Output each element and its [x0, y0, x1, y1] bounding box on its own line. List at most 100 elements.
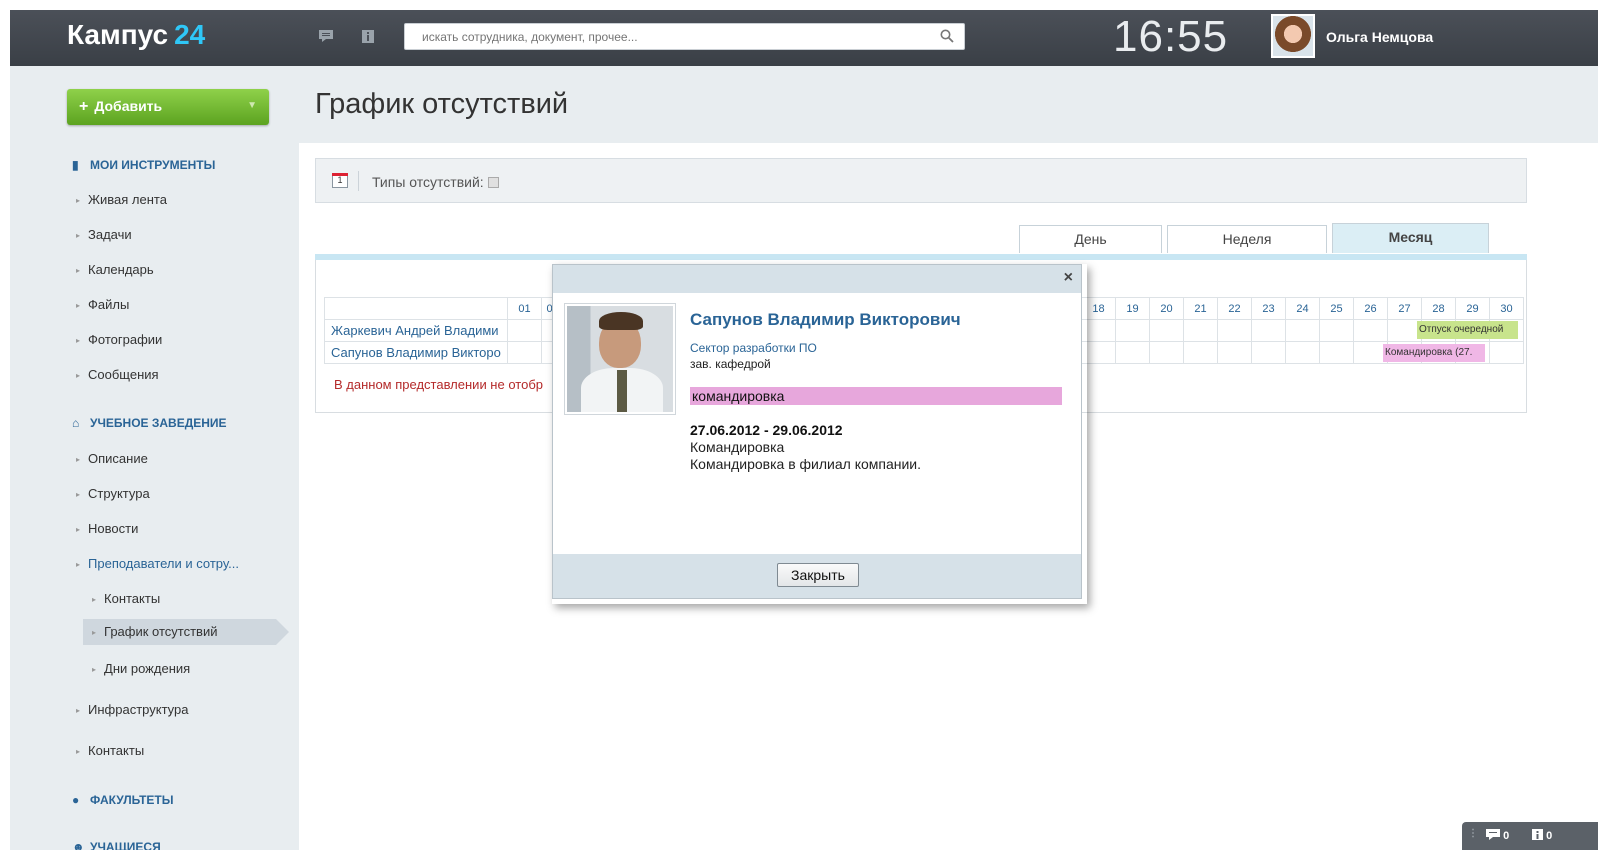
bullet-icon: ▸ — [76, 560, 81, 569]
people-icon: ☻ — [72, 840, 85, 850]
sidebar-item-messages[interactable]: ▸ Сообщения — [76, 367, 159, 382]
close-icon[interactable]: × — [1064, 269, 1073, 287]
chevron-down-icon[interactable]: ▼ — [247, 89, 257, 123]
sidebar-item-label: Фотографии — [88, 332, 163, 347]
employee-photo[interactable] — [564, 303, 676, 415]
bullet-icon: ▸ — [76, 196, 81, 205]
photo-tie — [617, 370, 627, 412]
day-cell[interactable]: 01 — [507, 297, 542, 320]
day-cell[interactable]: 27 — [1387, 297, 1422, 320]
section-my-tools[interactable]: ▮ МОИ ИНСТРУМЕНТЫ — [72, 158, 215, 172]
absence-description: Командировка в филиал компании. — [690, 456, 922, 472]
section-title: ФАКУЛЬТЕТЫ — [90, 793, 174, 807]
sidebar-item-infrastructure[interactable]: ▸ Инфраструктура — [76, 702, 188, 717]
messages-icon — [1486, 829, 1500, 840]
day-cell — [1251, 341, 1286, 364]
toolbar: 1 Типы отсутствий: — [315, 158, 1527, 203]
absence-types-filter[interactable]: Типы отсутствий: — [372, 174, 499, 190]
absence-types-checkbox[interactable] — [487, 177, 499, 188]
day-cell[interactable]: 21 — [1183, 297, 1218, 320]
section-title: МОИ ИНСТРУМЕНТЫ — [90, 158, 216, 172]
messages-counter[interactable]: 0 — [1486, 829, 1509, 842]
sidebar-item-label: Файлы — [88, 297, 130, 312]
sidebar-item-label: Задачи — [88, 227, 132, 242]
day-cell[interactable]: 24 — [1285, 297, 1320, 320]
section-institution[interactable]: ⌂ УЧЕБНОЕ ЗАВЕДЕНИЕ — [72, 416, 227, 430]
section-faculties[interactable]: ● ФАКУЛЬТЕТЫ — [72, 793, 173, 807]
table-row: 18 19 20 21 22 23 24 25 26 27 28 29 30 — [1081, 297, 1524, 320]
sidebar-item-structure[interactable]: ▸ Структура — [76, 486, 150, 501]
day-cell — [1149, 341, 1184, 364]
employee-name[interactable]: Жаркевич Андрей Владими — [324, 319, 508, 342]
section-students[interactable]: ☻ УЧАЩИЕСЯ — [72, 840, 161, 850]
table-row: Сапунов Владимир Викторо — [324, 341, 558, 364]
sidebar-subitem-birthdays[interactable]: ▸ Дни рождения — [92, 661, 190, 676]
sidebar-item-label: Живая лента — [88, 192, 167, 207]
sidebar-item-files[interactable]: ▸ Файлы — [76, 297, 129, 312]
day-cell[interactable]: 25 — [1319, 297, 1354, 320]
day-cell — [1285, 341, 1320, 364]
sidebar-item-label: Календарь — [88, 262, 154, 277]
day-cell[interactable]: 20 — [1149, 297, 1184, 320]
day-cell — [507, 341, 542, 364]
tab-day[interactable]: День — [1019, 225, 1162, 253]
section-title: УЧАЩИЕСЯ — [90, 840, 161, 850]
sidebar-item-label: Дни рождения — [104, 661, 191, 676]
day-cell[interactable]: 22 — [1217, 297, 1252, 320]
calendar-icon[interactable]: 1 — [332, 173, 348, 188]
day-cell[interactable]: 23 — [1251, 297, 1286, 320]
employee-photo-image — [567, 306, 673, 412]
popup-header[interactable] — [553, 265, 1081, 293]
app-frame: Кампус24 16:55 Ольга Немцова +Добавить▼ … — [10, 10, 1598, 850]
bullet-icon: ▸ — [92, 595, 97, 604]
bullet-icon: ▸ — [92, 628, 97, 637]
sidebar-item-news[interactable]: ▸ Новости — [76, 521, 138, 536]
user-avatar[interactable] — [1271, 14, 1315, 58]
logo[interactable]: Кампус 24 — [67, 19, 205, 51]
day-cell[interactable]: 30 — [1489, 297, 1524, 320]
sidebar-subitem-absence-chart[interactable]: ▸ График отсутствий — [83, 619, 289, 645]
search-input[interactable] — [405, 24, 925, 49]
messages-icon[interactable] — [319, 30, 333, 43]
day-cell[interactable]: 26 — [1353, 297, 1388, 320]
day-cell — [1217, 341, 1252, 364]
day-cell — [1183, 319, 1218, 342]
sidebar-item-calendar[interactable]: ▸ Календарь — [76, 262, 154, 277]
bullet-icon: ▸ — [76, 231, 81, 240]
day-cell — [1489, 341, 1524, 364]
sidebar-item-tasks[interactable]: ▸ Задачи — [76, 227, 132, 242]
notifications-icon[interactable] — [362, 30, 376, 43]
bookmark-icon: ▮ — [72, 158, 79, 172]
tab-month[interactable]: Месяц — [1332, 223, 1489, 253]
drag-handle-icon[interactable]: ⋮ — [1468, 828, 1478, 839]
day-cell — [1251, 319, 1286, 342]
clock: 16:55 — [1113, 12, 1229, 61]
add-button[interactable]: + Добавить ▼ — [67, 89, 269, 125]
sidebar-item-label: Новости — [88, 521, 139, 536]
bullet-icon: ▸ — [76, 455, 81, 464]
day-cell[interactable]: 28 — [1421, 297, 1456, 320]
employee-department[interactable]: Сектор разработки ПО — [690, 341, 817, 355]
employee-name[interactable]: Сапунов Владимир Викторо — [324, 341, 508, 364]
absence-reason: Командировка — [690, 439, 785, 455]
sidebar-item-description[interactable]: ▸ Описание — [76, 451, 148, 466]
toolbar-divider — [358, 171, 359, 191]
day-cell[interactable]: 29 — [1455, 297, 1490, 320]
absence-event-vacation[interactable]: Отпуск очередной — [1417, 321, 1518, 339]
day-cell[interactable]: 19 — [1115, 297, 1150, 320]
photo-hair — [599, 312, 643, 330]
section-title: УЧЕБНОЕ ЗАВЕДЕНИЕ — [90, 416, 227, 430]
notifications-counter[interactable]: 0 — [1532, 829, 1552, 842]
sidebar-item-photos[interactable]: ▸ Фотографии — [76, 332, 162, 347]
employee-full-name[interactable]: Сапунов Владимир Викторович — [690, 310, 961, 330]
sidebar-item-contacts[interactable]: ▸ Контакты — [76, 743, 144, 758]
sidebar-subitem-contacts[interactable]: ▸ Контакты — [92, 591, 160, 606]
sidebar-item-live-feed[interactable]: ▸ Живая лента — [76, 192, 167, 207]
close-button[interactable]: Закрыть — [777, 563, 859, 587]
tab-week[interactable]: Неделя — [1167, 225, 1327, 253]
user-name[interactable]: Ольга Немцова — [1326, 29, 1433, 45]
absence-event-business-trip[interactable]: Командировка (27. — [1383, 344, 1485, 362]
sidebar-item-staff[interactable]: ▸ Преподаватели и сотру... — [76, 556, 239, 571]
search-icon[interactable] — [940, 29, 954, 46]
absence-dates: 27.06.2012 - 29.06.2012 — [690, 422, 843, 438]
